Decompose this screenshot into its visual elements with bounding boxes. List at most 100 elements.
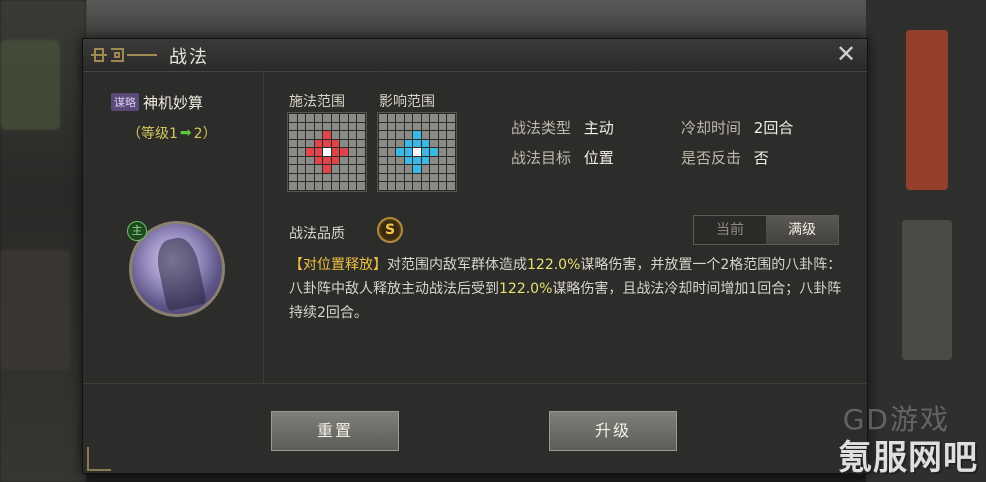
- grid-cell: [331, 114, 340, 122]
- attr-cooldown-value: 2回合: [753, 119, 794, 137]
- grid-cell: [340, 114, 348, 122]
- grid-cell: [323, 148, 331, 156]
- grid-cell: [306, 139, 314, 148]
- grid-cell: [396, 156, 404, 165]
- toggle-current[interactable]: 当前: [694, 216, 766, 244]
- grid-cell: [289, 114, 297, 122]
- grid-cell: [447, 131, 455, 139]
- attr-counter-value: 否: [753, 149, 769, 167]
- grid-cell: [357, 114, 365, 122]
- grid-cell: [340, 182, 348, 190]
- grid-cell: [314, 139, 323, 148]
- grid-cell: [396, 173, 404, 182]
- grid-cell: [430, 182, 438, 190]
- grid-cell: [421, 182, 430, 190]
- grid-cell: [340, 122, 348, 131]
- grid-cell: [297, 114, 306, 122]
- grid-cell: [348, 182, 357, 190]
- toggle-max[interactable]: 满级: [766, 216, 838, 244]
- grid-cell: [314, 165, 323, 173]
- grid-cell: [396, 131, 404, 139]
- grid-cell: [357, 165, 365, 173]
- grid-cell: [348, 131, 357, 139]
- upgrade-button[interactable]: 升级: [549, 411, 677, 451]
- grid-cell: [289, 148, 297, 156]
- grid-cell: [314, 173, 323, 182]
- attr-cooldown: 冷却时间 2回合: [681, 117, 793, 138]
- title-bar: 战法 ✕: [83, 39, 867, 72]
- grid-cell: [396, 148, 404, 156]
- grid-cell: [413, 173, 421, 182]
- grid-cell: [430, 148, 438, 156]
- attr-counter-label: 是否反击: [681, 149, 742, 167]
- grid-cell: [340, 139, 348, 148]
- cast-range-label: 施法范围: [289, 94, 345, 110]
- grid-cell: [447, 148, 455, 156]
- background-top: [86, 0, 986, 40]
- grid-cell: [447, 114, 455, 122]
- grid-cell: [297, 148, 306, 156]
- skill-info-column: 谋略 神机妙算 （等级1 ➡ 2） 主: [83, 71, 264, 383]
- grid-cell: [404, 156, 413, 165]
- background-shape: [0, 250, 70, 370]
- skill-name: 神机妙算: [143, 93, 204, 112]
- grid-cell: [340, 173, 348, 182]
- grid-cell: [379, 122, 387, 131]
- background-red-banner: [906, 30, 948, 190]
- grid-cell: [289, 173, 297, 182]
- attr-counter: 是否反击 否: [681, 147, 769, 168]
- effect-range-label: 影响范围: [379, 94, 435, 110]
- grid-cell: [289, 131, 297, 139]
- arrow-right-icon: ➡: [179, 125, 192, 141]
- grid-cell: [297, 156, 306, 165]
- grid-cell: [387, 148, 396, 156]
- grid-cell: [430, 122, 438, 131]
- grid-cell: [447, 182, 455, 190]
- grid-cell: [297, 173, 306, 182]
- attr-target: 战法目标 位置: [511, 147, 614, 168]
- background-shape: [0, 40, 60, 130]
- grid-cell: [421, 139, 430, 148]
- grid-cell: [297, 131, 306, 139]
- grid-cell: [430, 114, 438, 122]
- grid-cell: [331, 139, 340, 148]
- grid-cell: [396, 165, 404, 173]
- grid-cell: [331, 156, 340, 165]
- skill-dialog: 战法 ✕ 谋略 神机妙算 （等级1 ➡ 2） 主 施法范围 影响范围 战法类型 …: [82, 38, 868, 474]
- grid-cell: [348, 122, 357, 131]
- damage-percent: 122.0%: [499, 281, 553, 297]
- grid-cell: [306, 156, 314, 165]
- grid-cell: [447, 165, 455, 173]
- background-grey-banner: [902, 220, 952, 360]
- grid-cell: [438, 182, 447, 190]
- grid-cell: [289, 139, 297, 148]
- grid-cell: [289, 182, 297, 190]
- grid-cell: [387, 182, 396, 190]
- grid-cell: [331, 148, 340, 156]
- grid-cell: [306, 165, 314, 173]
- close-icon[interactable]: ✕: [833, 41, 859, 67]
- grid-cell: [357, 131, 365, 139]
- grid-cell: [387, 156, 396, 165]
- grid-cell: [306, 131, 314, 139]
- grid-cell: [297, 139, 306, 148]
- reset-button[interactable]: 重置: [271, 411, 399, 451]
- attr-type-label: 战法类型: [511, 119, 572, 137]
- divider: [83, 383, 867, 384]
- grid-cell: [323, 173, 331, 182]
- grid-cell: [438, 148, 447, 156]
- skill-description: 【对位置释放】对范围内敌军群体造成122.0%谋略伤害，并放置一个2格范围的八卦…: [289, 253, 849, 325]
- attr-type: 战法类型 主动: [511, 117, 614, 138]
- grid-cell: [348, 139, 357, 148]
- grid-cell: [379, 182, 387, 190]
- grid-cell: [430, 165, 438, 173]
- grid-cell: [379, 165, 387, 173]
- grid-cell: [404, 122, 413, 131]
- grid-cell: [314, 156, 323, 165]
- grid-cell: [404, 173, 413, 182]
- grid-cell: [357, 148, 365, 156]
- grid-cell: [306, 182, 314, 190]
- grid-cell: [331, 131, 340, 139]
- grid-cell: [421, 156, 430, 165]
- grid-cell: [413, 182, 421, 190]
